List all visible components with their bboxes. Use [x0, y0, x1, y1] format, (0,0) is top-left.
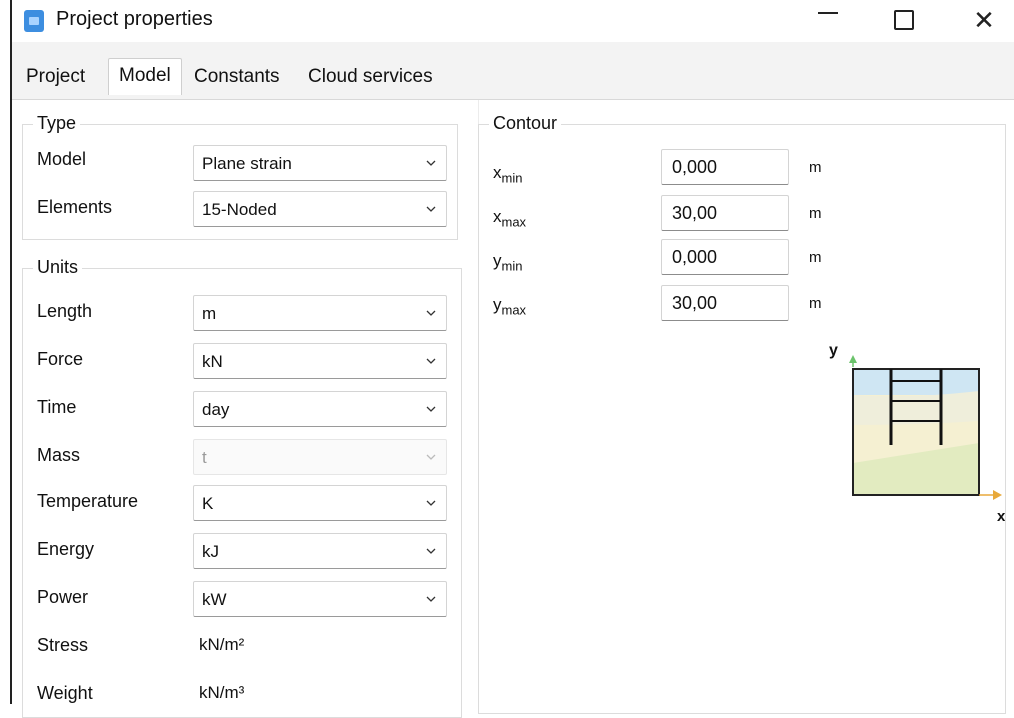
type-group-title: Type: [33, 113, 81, 134]
xmin-label: xmin: [493, 163, 523, 186]
chevron-down-icon: [426, 358, 436, 364]
close-icon: ✕: [973, 5, 995, 35]
ymax-input[interactable]: 30,00: [661, 285, 789, 321]
ymin-input[interactable]: 0,000: [661, 239, 789, 275]
model-tab-content: Type Model Plane strain Elements 15-Node…: [12, 99, 1014, 718]
tab-constants[interactable]: Constants: [194, 66, 280, 88]
weight-label: Weight: [37, 683, 93, 703]
temperature-label: Temperature: [37, 491, 139, 511]
xmin-input[interactable]: 0,000: [661, 149, 789, 185]
model-contour-preview: y x: [829, 342, 1005, 525]
close-button[interactable]: ✕: [954, 0, 1014, 42]
mass-select: t: [193, 439, 447, 475]
power-select-value: kW: [202, 590, 227, 609]
tab-model[interactable]: Model: [108, 58, 182, 95]
energy-label: Energy: [37, 539, 95, 559]
chevron-down-icon: [426, 310, 436, 316]
power-select[interactable]: kW: [193, 581, 447, 617]
xmax-value: 30,00: [672, 203, 718, 223]
model-select[interactable]: Plane strain: [193, 145, 447, 181]
chevron-down-icon: [426, 596, 436, 602]
xmin-unit: m: [809, 159, 822, 176]
chevron-down-icon: [426, 206, 436, 212]
chevron-down-icon: [426, 454, 436, 460]
minimize-button[interactable]: [798, 0, 858, 42]
force-select-value: kN: [202, 352, 223, 371]
xmax-input[interactable]: 30,00: [661, 195, 789, 231]
x-axis-arrowhead-icon: [993, 490, 1002, 500]
mass-label: Mass: [37, 445, 81, 465]
ymin-unit: m: [809, 249, 822, 266]
force-label: Force: [37, 349, 84, 369]
stress-value: kN/m²: [199, 635, 245, 654]
time-label: Time: [37, 397, 77, 417]
app-icon: [24, 10, 44, 32]
contour-group-title: Contour: [489, 113, 562, 134]
preview-x-axis-label: x: [997, 508, 1005, 525]
units-group: Units Length m Force kN Time day Mass t …: [22, 257, 462, 718]
length-select-value: m: [202, 304, 217, 323]
elements-select-value: 15-Noded: [202, 200, 277, 219]
model-label: Model: [37, 149, 87, 169]
force-select[interactable]: kN: [193, 343, 447, 379]
length-select[interactable]: m: [193, 295, 447, 331]
ymax-value: 30,00: [672, 293, 718, 313]
energy-select-value: kJ: [202, 542, 219, 561]
temperature-select[interactable]: K: [193, 485, 447, 521]
stress-label: Stress: [37, 635, 89, 655]
window-title: Project properties: [56, 8, 213, 30]
project-properties-window: Project properties ✕ Project Model Const…: [10, 0, 1014, 718]
preview-y-axis-label: y: [829, 342, 838, 359]
chevron-down-icon: [426, 500, 436, 506]
ymin-value: 0,000: [672, 247, 718, 267]
tab-project[interactable]: Project: [26, 66, 85, 88]
ymax-label: ymax: [493, 295, 527, 318]
tab-cloud-services[interactable]: Cloud services: [308, 66, 433, 88]
chevron-down-icon: [426, 548, 436, 554]
elements-select[interactable]: 15-Noded: [193, 191, 447, 227]
power-label: Power: [37, 587, 89, 607]
mass-select-value: t: [202, 448, 207, 467]
weight-value: kN/m³: [199, 683, 245, 702]
maximize-button[interactable]: [874, 0, 934, 42]
energy-select[interactable]: kJ: [193, 533, 447, 569]
y-axis-arrowhead-icon: [849, 355, 857, 363]
soil-layer-top: [853, 391, 979, 425]
xmax-label: xmax: [493, 207, 527, 230]
temperature-select-value: K: [202, 494, 214, 513]
time-select-value: day: [202, 400, 230, 419]
type-group: Type Model Plane strain Elements 15-Node…: [22, 113, 458, 240]
length-label: Length: [37, 301, 93, 321]
xmax-unit: m: [809, 205, 822, 222]
ymin-label: ymin: [493, 251, 523, 274]
chevron-down-icon: [426, 406, 436, 412]
model-select-value: Plane strain: [202, 154, 292, 173]
ymax-unit: m: [809, 295, 822, 312]
units-group-title: Units: [33, 257, 83, 278]
maximize-icon: [894, 10, 914, 31]
minimize-icon: [818, 12, 838, 15]
title-bar[interactable]: Project properties ✕: [12, 0, 1014, 42]
elements-label: Elements: [37, 197, 113, 217]
contour-group: Contour xmin 0,000 m xmax 30,00 m ymin 0…: [478, 113, 1006, 714]
chevron-down-icon: [426, 160, 436, 166]
tab-bar: Project Model Constants Cloud services: [12, 58, 462, 100]
xmin-value: 0,000: [672, 157, 718, 177]
time-select[interactable]: day: [193, 391, 447, 427]
